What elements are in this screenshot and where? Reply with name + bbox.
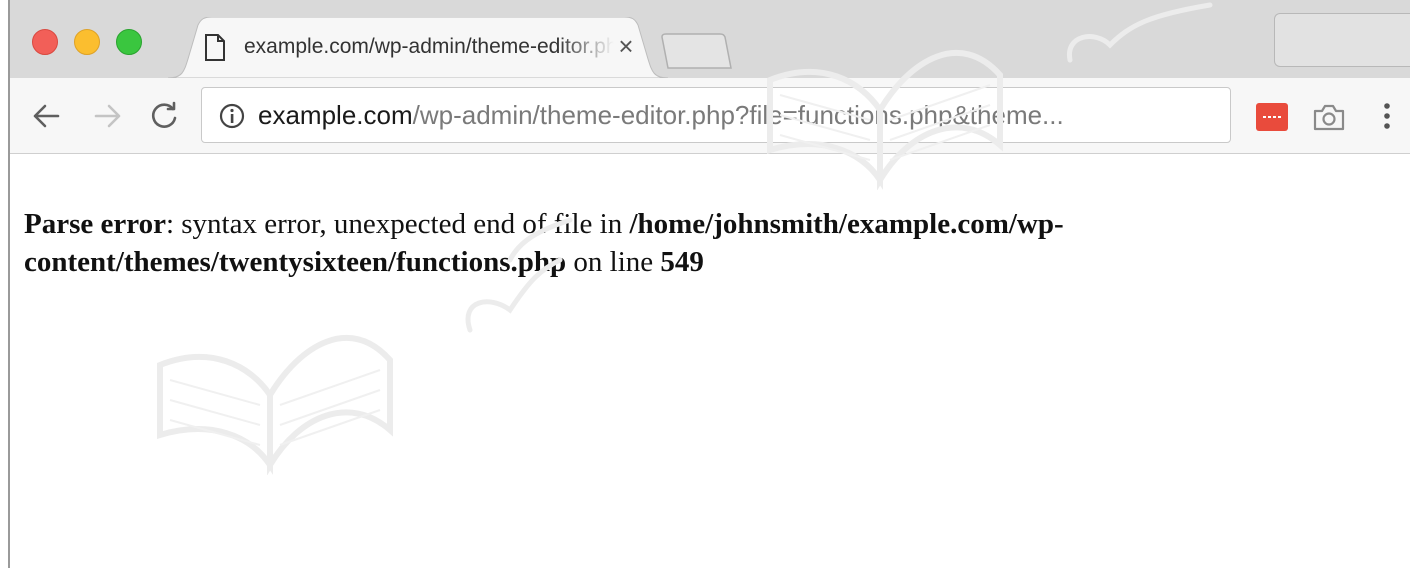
url-text[interactable]: example.com/wp-admin/theme-editor.php?fi… — [258, 100, 1064, 131]
kebab-menu-icon[interactable] — [1372, 98, 1402, 134]
new-tab-button[interactable] — [660, 33, 734, 69]
minimize-window-button[interactable] — [74, 29, 100, 55]
document-icon — [205, 34, 225, 61]
forward-arrow-icon[interactable] — [90, 98, 126, 134]
error-line-text: on line — [566, 246, 661, 278]
error-label: Parse error — [24, 208, 166, 240]
window-profile-area[interactable] — [1274, 13, 1410, 67]
info-icon[interactable] — [218, 102, 246, 130]
close-window-button[interactable] — [32, 29, 58, 55]
url-path: /wp-admin/theme-editor.php?file=function… — [412, 100, 1064, 130]
toolbar: example.com/wp-admin/theme-editor.php?fi… — [10, 78, 1410, 154]
zoom-window-button[interactable] — [116, 29, 142, 55]
tab-active[interactable]: example.com/wp-admin/theme-editor.php × — [168, 17, 668, 78]
tab-strip: example.com/wp-admin/theme-editor.php × — [10, 0, 1410, 78]
watermark-logo — [157, 334, 393, 475]
page-body: Parse error: syntax error, unexpected en… — [24, 205, 1324, 281]
error-line-number: 549 — [660, 246, 704, 278]
close-tab-icon[interactable]: × — [614, 31, 638, 62]
reload-icon[interactable] — [146, 98, 182, 134]
extension-icon[interactable] — [1255, 102, 1289, 132]
url-host: example.com — [258, 100, 413, 130]
tab-title: example.com/wp-admin/theme-editor.php — [244, 35, 614, 58]
address-bar[interactable]: example.com/wp-admin/theme-editor.php?fi… — [201, 87, 1231, 143]
browser-window: example.com/wp-admin/theme-editor.php × … — [8, 0, 1410, 568]
camera-icon[interactable] — [1312, 102, 1346, 132]
error-message: : syntax error, unexpected end of file i… — [165, 208, 630, 240]
back-arrow-icon[interactable] — [28, 98, 64, 134]
